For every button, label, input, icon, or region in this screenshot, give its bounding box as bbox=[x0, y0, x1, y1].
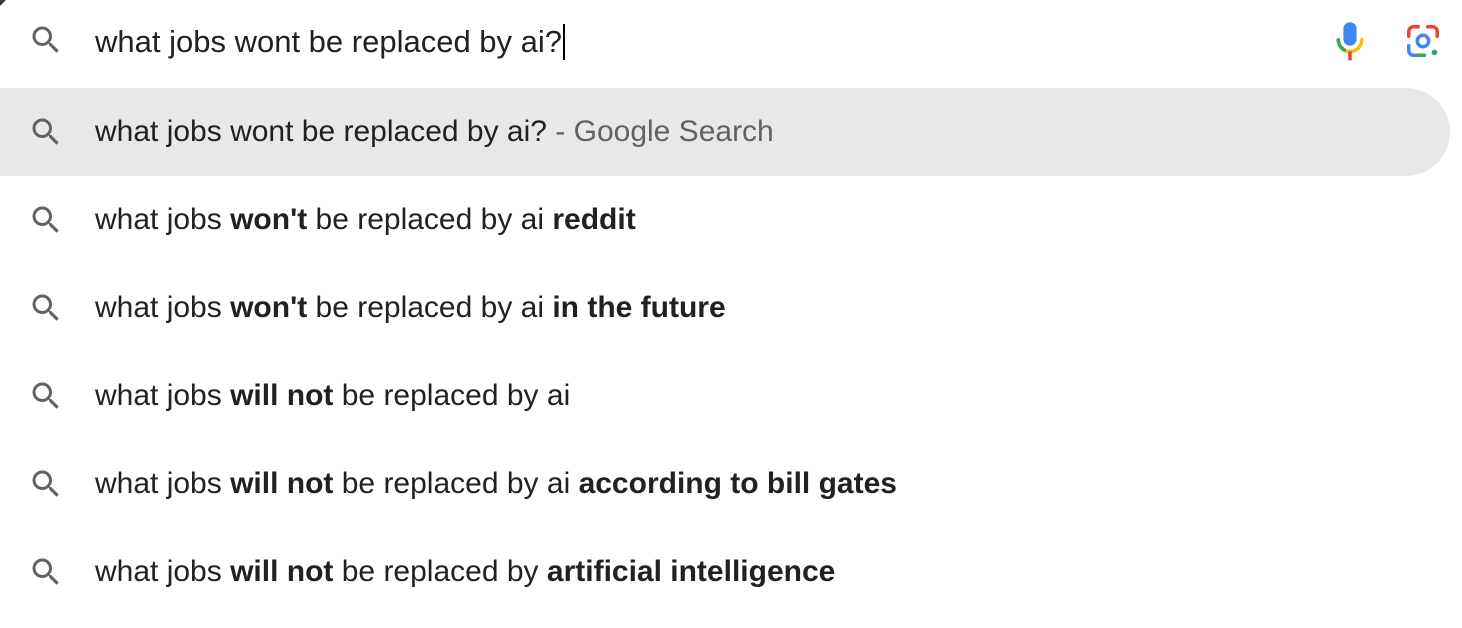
suggestion-text: what jobs won't be replaced by ai in the… bbox=[95, 288, 726, 328]
suggestion-text: what jobs wont be replaced by ai? - Goog… bbox=[95, 112, 774, 152]
suggestion-text: what jobs will not be replaced by ai bbox=[95, 376, 570, 416]
suggestion-term: what jobs bbox=[95, 379, 231, 412]
suggestion-suffix: - Google Search bbox=[546, 115, 774, 148]
suggestion-bold-term: will not bbox=[230, 555, 334, 588]
suggestion-bold-term: won't bbox=[230, 291, 308, 324]
suggestion-bold-term: artificial intelligence bbox=[546, 555, 836, 588]
suggestion-item[interactable]: what jobs wont be replaced by ai? - Goog… bbox=[0, 88, 1450, 176]
suggestion-bold-term: will not bbox=[230, 467, 334, 500]
suggestion-text: what jobs will not be replaced by artifi… bbox=[95, 552, 835, 592]
google-lens-icon bbox=[1407, 25, 1439, 57]
suggestion-term: what jobs bbox=[95, 291, 231, 324]
search-autocomplete-panel: what jobs wont be replaced by ai? what j… bbox=[0, 0, 1462, 628]
suggestion-term: be replaced by bbox=[333, 555, 547, 588]
search-by-image-button[interactable] bbox=[1404, 22, 1442, 60]
microphone-icon bbox=[1336, 22, 1364, 61]
suggestion-bold-term: according to bill gates bbox=[578, 467, 897, 500]
voice-search-button[interactable] bbox=[1332, 20, 1368, 64]
suggestion-bold-term: reddit bbox=[552, 203, 636, 236]
search-icon bbox=[28, 466, 64, 502]
suggestion-term: be replaced by ai bbox=[333, 467, 579, 500]
search-icon bbox=[28, 290, 64, 326]
suggestion-term: be replaced by ai bbox=[307, 291, 553, 324]
suggestion-text: what jobs will not be replaced by ai acc… bbox=[95, 464, 897, 504]
suggestion-bold-term: will not bbox=[230, 379, 334, 412]
suggestion-item[interactable]: what jobs will not be replaced by ai acc… bbox=[0, 440, 1450, 528]
search-query-text: what jobs wont be replaced by ai? bbox=[95, 24, 563, 59]
suggestion-term: what jobs bbox=[95, 555, 231, 588]
search-icon bbox=[28, 114, 64, 150]
suggestion-term: what jobs bbox=[95, 467, 231, 500]
search-icon bbox=[28, 378, 64, 414]
suggestion-item[interactable]: what jobs will not be replaced by artifi… bbox=[0, 528, 1450, 616]
suggestion-term: what jobs bbox=[95, 203, 231, 236]
search-icon bbox=[28, 554, 64, 590]
search-icon bbox=[28, 202, 64, 238]
suggestion-list: what jobs wont be replaced by ai? - Goog… bbox=[0, 88, 1462, 616]
suggestion-bold-term: in the future bbox=[552, 291, 726, 324]
suggestion-text: what jobs won't be replaced by ai reddit bbox=[95, 200, 636, 240]
suggestion-item[interactable]: what jobs won't be replaced by ai reddit bbox=[0, 176, 1450, 264]
suggestion-item[interactable]: what jobs will not be replaced by ai bbox=[0, 352, 1450, 440]
suggestion-term: what jobs wont be replaced by ai? bbox=[95, 115, 547, 148]
search-input[interactable]: what jobs wont be replaced by ai? bbox=[95, 22, 566, 62]
suggestion-term: be replaced by ai bbox=[307, 203, 553, 236]
suggestion-item[interactable]: what jobs won't be replaced by ai in the… bbox=[0, 264, 1450, 352]
text-cursor bbox=[563, 24, 566, 60]
search-icon bbox=[28, 22, 64, 58]
search-bar: what jobs wont be replaced by ai? bbox=[0, 0, 1462, 84]
suggestion-term: be replaced by ai bbox=[333, 379, 571, 412]
suggestion-bold-term: won't bbox=[230, 203, 308, 236]
